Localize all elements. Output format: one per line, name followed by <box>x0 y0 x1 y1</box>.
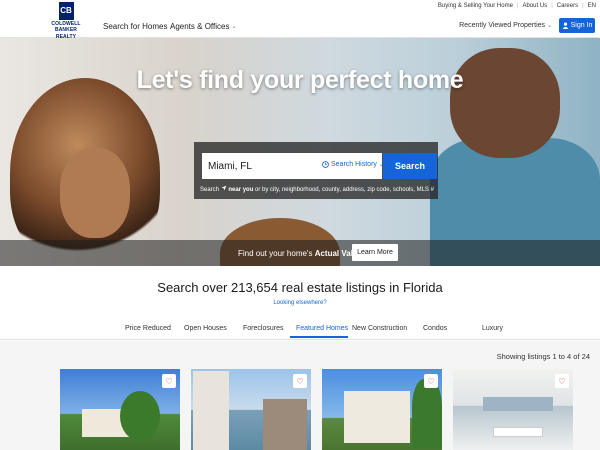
hero-title: Let's find your perfect home <box>136 66 464 94</box>
user-icon <box>562 22 568 29</box>
listing-card[interactable]: ♡ <box>322 369 442 450</box>
tab-open-houses[interactable]: Open Houses <box>184 325 227 332</box>
listing-photo-house <box>344 391 410 443</box>
nav-search-for-homes[interactable]: Search for Homes ⌄ <box>103 22 175 31</box>
nav-label: Agents & Offices <box>170 22 230 31</box>
tab-new-construction[interactable]: New Construction <box>352 325 407 332</box>
logo[interactable]: CB COLDWELL BANKER REALTY <box>42 2 90 40</box>
search-history-dropdown[interactable]: Search History ⌄ <box>322 161 384 168</box>
hint-suffix: or by city, neighborhood, county, addres… <box>255 187 434 193</box>
utility-link-careers[interactable]: Careers <box>557 3 578 9</box>
tab-luxury[interactable]: Luxury <box>482 325 503 332</box>
clock-icon <box>322 161 329 168</box>
utility-link-about[interactable]: About Us <box>523 3 548 9</box>
listing-photo-tree <box>120 391 160 441</box>
looking-elsewhere-link[interactable]: Looking elsewhere? <box>0 300 600 306</box>
search-button[interactable]: Search <box>383 153 437 179</box>
site-header: CB COLDWELL BANKER REALTY Search for Hom… <box>0 0 600 40</box>
active-tab-indicator <box>290 336 348 338</box>
hero-photo-child <box>60 148 130 238</box>
tab-price-reduced[interactable]: Price Reduced <box>125 325 171 332</box>
logo-mark: CB <box>58 2 74 20</box>
location-arrow-icon <box>221 185 227 191</box>
sign-in-button[interactable]: Sign In <box>559 18 595 33</box>
listing-card[interactable]: ♡ <box>191 369 311 450</box>
listing-photo-tower <box>193 371 229 450</box>
divider: | <box>582 3 584 9</box>
tab-featured-homes[interactable]: Featured Homes <box>296 325 348 332</box>
heart-icon[interactable]: ♡ <box>555 374 569 388</box>
listing-photo-window <box>483 397 553 411</box>
utility-link-buying-selling[interactable]: Buying & Selling Your Home <box>438 3 513 9</box>
listing-card[interactable]: ♡ <box>453 369 573 450</box>
page: CB COLDWELL BANKER REALTY Search for Hom… <box>0 0 600 450</box>
nav-agents-offices[interactable]: Agents & Offices ⌄ <box>170 22 236 31</box>
sign-in-label: Sign In <box>570 22 593 29</box>
divider: | <box>551 3 553 9</box>
listing-photo-palm <box>412 379 442 449</box>
recently-viewed-button[interactable]: Recently Viewed Properties ⌄ <box>459 22 552 29</box>
home-value-text: Find out your home's Actual Value <box>238 249 362 258</box>
hint-prefix: Search <box>200 187 220 193</box>
search-history-label: Search History <box>331 161 377 168</box>
chevron-down-icon: ⌄ <box>546 23 552 29</box>
divider: | <box>516 3 519 9</box>
recently-viewed-label: Recently Viewed Properties <box>459 22 546 29</box>
hint-near-you[interactable]: near you <box>228 187 253 193</box>
nav-label: Search for Homes <box>103 22 168 31</box>
logo-line1: COLDWELL BANKER <box>51 21 81 33</box>
chevron-down-icon: ⌄ <box>231 24 237 30</box>
listing-photo-building <box>263 399 307 450</box>
search-value: Miami, FL <box>208 160 252 172</box>
language-selector[interactable]: EN <box>588 3 596 9</box>
listings-heading: Search over 213,654 real estate listings… <box>157 280 443 295</box>
utility-nav: Buying & Selling Your Home | About Us | … <box>438 3 596 9</box>
tab-condos[interactable]: Condos <box>423 325 447 332</box>
hero-photo-man <box>450 48 560 158</box>
listing-count: Showing listings 1 to 4 of 24 <box>496 352 590 361</box>
listing-card[interactable]: ♡ <box>60 369 180 450</box>
tab-foreclosures[interactable]: Foreclosures <box>243 325 283 332</box>
home-value-prefix: Find out your home's <box>238 249 313 258</box>
listing-photo-table <box>493 427 543 437</box>
learn-more-button[interactable]: Learn More <box>352 244 398 261</box>
heart-icon[interactable]: ♡ <box>293 374 307 388</box>
heart-icon[interactable]: ♡ <box>162 374 176 388</box>
search-hint: Search near you or by city, neighborhood… <box>200 185 434 193</box>
heart-icon[interactable]: ♡ <box>424 374 438 388</box>
